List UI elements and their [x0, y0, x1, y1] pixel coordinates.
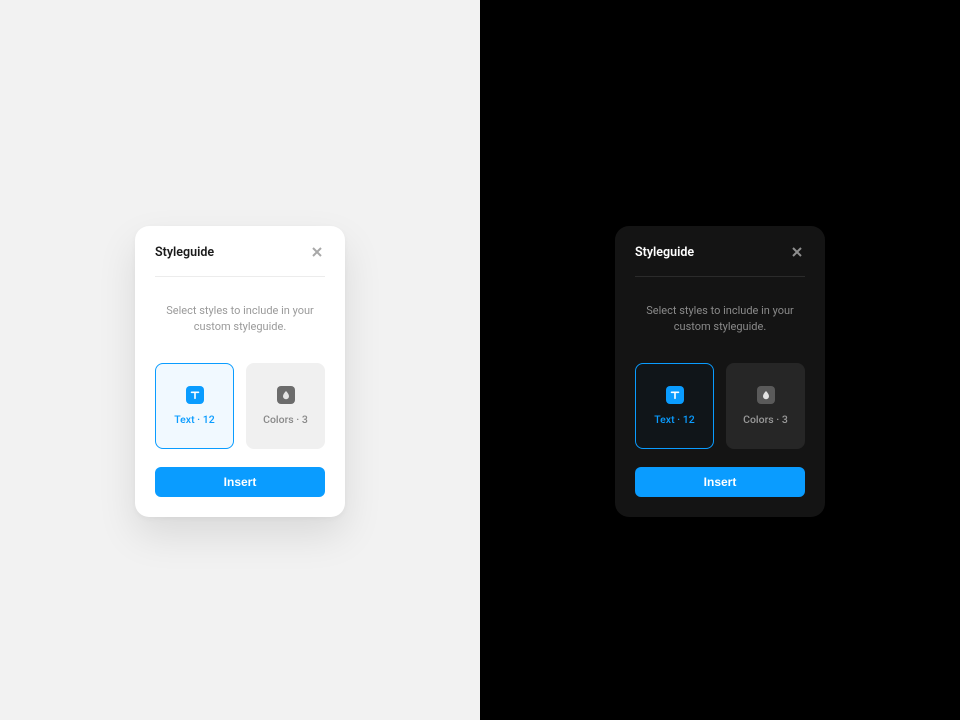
tile-label: Text · 12 — [654, 413, 694, 426]
dialog-header: Styleguide — [155, 244, 325, 277]
dialog-header: Styleguide — [635, 244, 805, 277]
tile-label: Colors · 3 — [743, 413, 788, 426]
tile-colors[interactable]: Colors · 3 — [246, 363, 325, 449]
insert-button[interactable]: Insert — [635, 467, 805, 497]
close-icon — [792, 247, 802, 257]
close-icon — [312, 247, 322, 257]
dialog-instruction: Select styles to include in your custom … — [641, 303, 799, 335]
color-swatch-icon — [277, 386, 295, 404]
tile-colors[interactable]: Colors · 3 — [726, 363, 805, 449]
dialog-title: Styleguide — [635, 245, 694, 260]
tile-row: Text · 12 Colors · 3 — [635, 363, 805, 449]
text-icon — [666, 386, 684, 404]
tile-text[interactable]: Text · 12 — [155, 363, 234, 449]
text-icon — [186, 386, 204, 404]
tile-row: Text · 12 Colors · 3 — [155, 363, 325, 449]
tile-label: Text · 12 — [174, 413, 214, 426]
styleguide-dialog: Styleguide Select styles to include in y… — [135, 226, 345, 517]
close-button[interactable] — [309, 244, 325, 260]
color-swatch-icon — [757, 386, 775, 404]
tile-text[interactable]: Text · 12 — [635, 363, 714, 449]
insert-button[interactable]: Insert — [155, 467, 325, 497]
light-panel: Styleguide Select styles to include in y… — [0, 0, 480, 720]
close-button[interactable] — [789, 244, 805, 260]
dialog-instruction: Select styles to include in your custom … — [161, 303, 319, 335]
dark-panel: Styleguide Select styles to include in y… — [480, 0, 960, 720]
tile-label: Colors · 3 — [263, 413, 308, 426]
styleguide-dialog: Styleguide Select styles to include in y… — [615, 226, 825, 517]
dialog-title: Styleguide — [155, 245, 214, 260]
